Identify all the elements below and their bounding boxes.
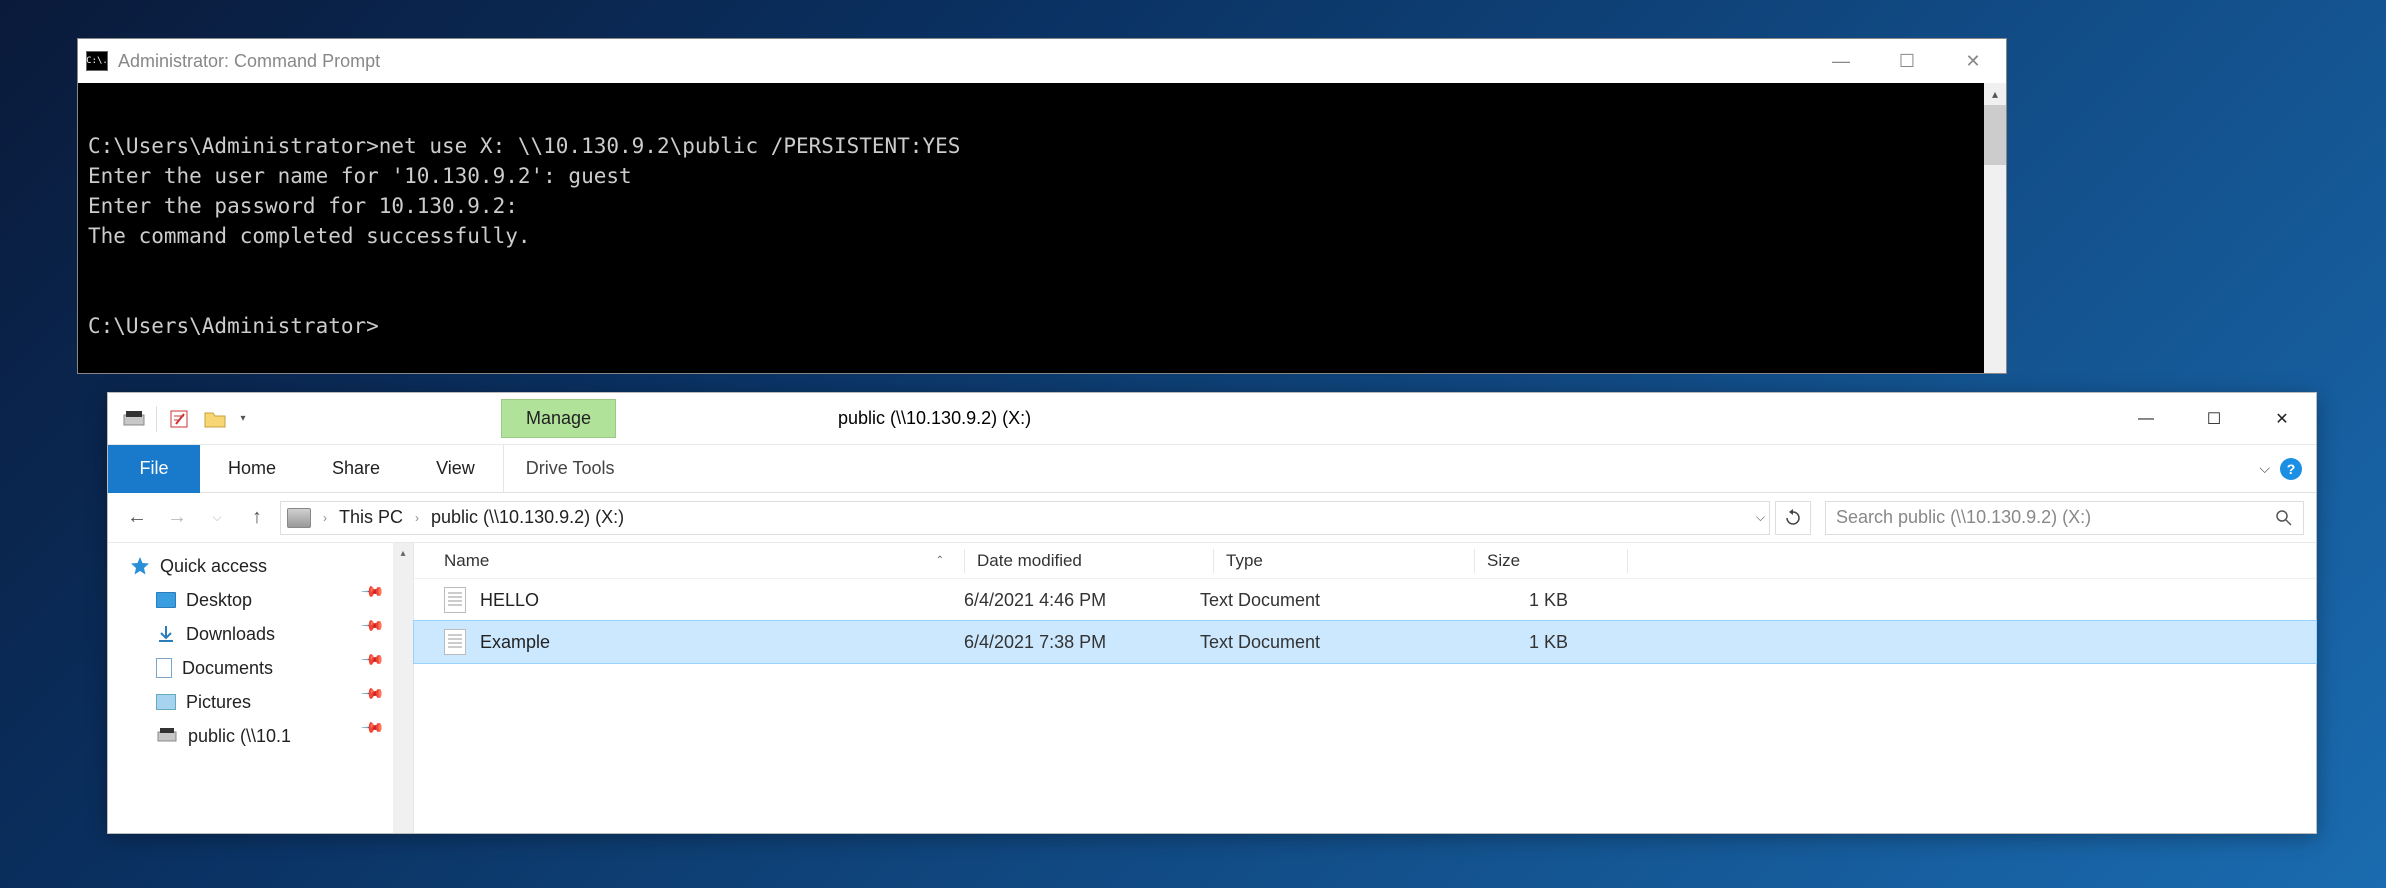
help-icon[interactable]: ? bbox=[2280, 458, 2302, 480]
file-date: 6/4/2021 4:46 PM bbox=[964, 590, 1200, 611]
column-date-modified[interactable]: Date modified bbox=[977, 551, 1213, 571]
desktop-icon bbox=[156, 592, 176, 608]
maximize-button[interactable]: ☐ bbox=[2180, 395, 2248, 443]
explorer-body: Quick access Desktop 📌 Downloads 📌 Docum… bbox=[108, 543, 2316, 833]
pictures-icon bbox=[156, 694, 176, 710]
sidebar-item-label: Downloads bbox=[186, 624, 275, 645]
window-title: public (\\10.130.9.2) (X:) bbox=[838, 408, 1031, 429]
quick-access-toolbar: ▾ bbox=[108, 403, 261, 435]
navigation-pane[interactable]: Quick access Desktop 📌 Downloads 📌 Docum… bbox=[108, 543, 414, 833]
explorer-titlebar[interactable]: ▾ Manage public (\\10.130.9.2) (X:) — ☐ … bbox=[108, 393, 2316, 445]
file-tab[interactable]: File bbox=[108, 445, 200, 493]
share-tab[interactable]: Share bbox=[304, 445, 408, 493]
up-button[interactable]: ↑ bbox=[240, 501, 274, 535]
close-button[interactable]: ✕ bbox=[2248, 395, 2316, 443]
view-tab[interactable]: View bbox=[408, 445, 503, 493]
downloads-icon bbox=[156, 624, 176, 644]
search-input[interactable]: Search public (\\10.130.9.2) (X:) bbox=[1825, 501, 2304, 535]
drive-tools-tab[interactable]: Drive Tools bbox=[503, 445, 637, 493]
file-name: Example bbox=[480, 632, 964, 653]
ribbon: File Home Share View Drive Tools ⌵ ? bbox=[108, 445, 2316, 493]
ribbon-expand-icon[interactable]: ⌵ bbox=[2259, 460, 2270, 477]
sidebar-item-pictures[interactable]: Pictures 📌 bbox=[108, 685, 413, 719]
address-bar-row: ← → ⌵ ↑ › This PC › public (\\10.130.9.2… bbox=[108, 493, 2316, 543]
recent-locations-dropdown[interactable]: ⌵ bbox=[200, 501, 234, 535]
text-file-icon bbox=[444, 587, 466, 613]
quick-access-label: Quick access bbox=[160, 556, 267, 577]
minimize-button[interactable]: — bbox=[1808, 39, 1874, 83]
sidebar-item-label: Desktop bbox=[186, 590, 252, 611]
manage-contextual-tab[interactable]: Manage bbox=[501, 399, 616, 438]
quick-access-node[interactable]: Quick access bbox=[108, 549, 413, 583]
file-list[interactable]: Name ⌃ Date modified Type Size HELLO 6/4… bbox=[414, 543, 2316, 833]
sidebar-item-documents[interactable]: Documents 📌 bbox=[108, 651, 413, 685]
documents-icon bbox=[156, 658, 172, 678]
file-row[interactable]: Example 6/4/2021 7:38 PM Text Document 1… bbox=[414, 621, 2316, 663]
column-type[interactable]: Type bbox=[1226, 551, 1474, 571]
cmd-titlebar[interactable]: C:\. Administrator: Command Prompt — ☐ ✕ bbox=[78, 39, 2006, 83]
scroll-thumb[interactable] bbox=[1984, 105, 2006, 165]
properties-icon[interactable] bbox=[161, 403, 197, 435]
file-date: 6/4/2021 7:38 PM bbox=[964, 632, 1200, 653]
address-bar[interactable]: › This PC › public (\\10.130.9.2) (X:) ⌵ bbox=[280, 501, 1770, 535]
file-explorer-window: ▾ Manage public (\\10.130.9.2) (X:) — ☐ … bbox=[107, 392, 2317, 834]
column-size[interactable]: Size bbox=[1487, 551, 1627, 571]
sidebar-item-public[interactable]: public (\\10.1 📌 bbox=[108, 719, 413, 753]
nav-pane-scrollbar[interactable]: ▴ bbox=[393, 543, 413, 833]
breadcrumb-root[interactable]: This PC bbox=[339, 507, 403, 528]
cmd-icon: C:\. bbox=[86, 51, 108, 71]
file-type: Text Document bbox=[1200, 632, 1448, 653]
maximize-button[interactable]: ☐ bbox=[1874, 39, 1940, 83]
star-icon bbox=[130, 556, 150, 576]
cmd-scrollbar[interactable]: ▴ bbox=[1984, 83, 2006, 373]
cmd-title: Administrator: Command Prompt bbox=[118, 51, 380, 72]
qat-separator bbox=[156, 406, 157, 432]
file-type: Text Document bbox=[1200, 590, 1448, 611]
address-history-dropdown[interactable]: ⌵ bbox=[1756, 510, 1765, 525]
chevron-right-icon[interactable]: › bbox=[317, 511, 333, 525]
sidebar-item-label: Documents bbox=[182, 658, 273, 679]
file-size: 1 KB bbox=[1448, 632, 1588, 653]
back-button[interactable]: ← bbox=[120, 501, 154, 535]
breadcrumb-current[interactable]: public (\\10.130.9.2) (X:) bbox=[431, 507, 624, 528]
network-drive-icon bbox=[156, 727, 178, 745]
file-size: 1 KB bbox=[1448, 590, 1588, 611]
sidebar-item-label: Pictures bbox=[186, 692, 251, 713]
command-prompt-window: C:\. Administrator: Command Prompt — ☐ ✕… bbox=[77, 38, 2007, 374]
sidebar-item-label: public (\\10.1 bbox=[188, 726, 291, 747]
cmd-output[interactable]: C:\Users\Administrator>net use X: \\10.1… bbox=[78, 83, 2006, 373]
drive-icon bbox=[287, 508, 311, 528]
close-button[interactable]: ✕ bbox=[1940, 39, 2006, 83]
scroll-up-icon[interactable]: ▴ bbox=[393, 543, 413, 563]
file-row[interactable]: HELLO 6/4/2021 4:46 PM Text Document 1 K… bbox=[414, 579, 2316, 621]
new-folder-icon[interactable] bbox=[197, 403, 233, 435]
sort-indicator-icon: ⌃ bbox=[936, 555, 944, 566]
drive-icon[interactable] bbox=[116, 403, 152, 435]
search-placeholder: Search public (\\10.130.9.2) (X:) bbox=[1836, 507, 2091, 528]
home-tab[interactable]: Home bbox=[200, 445, 304, 493]
sidebar-item-desktop[interactable]: Desktop 📌 bbox=[108, 583, 413, 617]
text-file-icon bbox=[444, 629, 466, 655]
search-icon[interactable] bbox=[2275, 509, 2293, 527]
column-name[interactable]: Name ⌃ bbox=[444, 551, 964, 571]
column-headers[interactable]: Name ⌃ Date modified Type Size bbox=[414, 543, 2316, 579]
refresh-button[interactable] bbox=[1775, 501, 1811, 535]
chevron-right-icon[interactable]: › bbox=[409, 511, 425, 525]
qat-customize-dropdown[interactable]: ▾ bbox=[233, 403, 253, 435]
scroll-up-icon[interactable]: ▴ bbox=[1984, 83, 2006, 105]
minimize-button[interactable]: — bbox=[2112, 395, 2180, 443]
forward-button[interactable]: → bbox=[160, 501, 194, 535]
file-name: HELLO bbox=[480, 590, 964, 611]
sidebar-item-downloads[interactable]: Downloads 📌 bbox=[108, 617, 413, 651]
